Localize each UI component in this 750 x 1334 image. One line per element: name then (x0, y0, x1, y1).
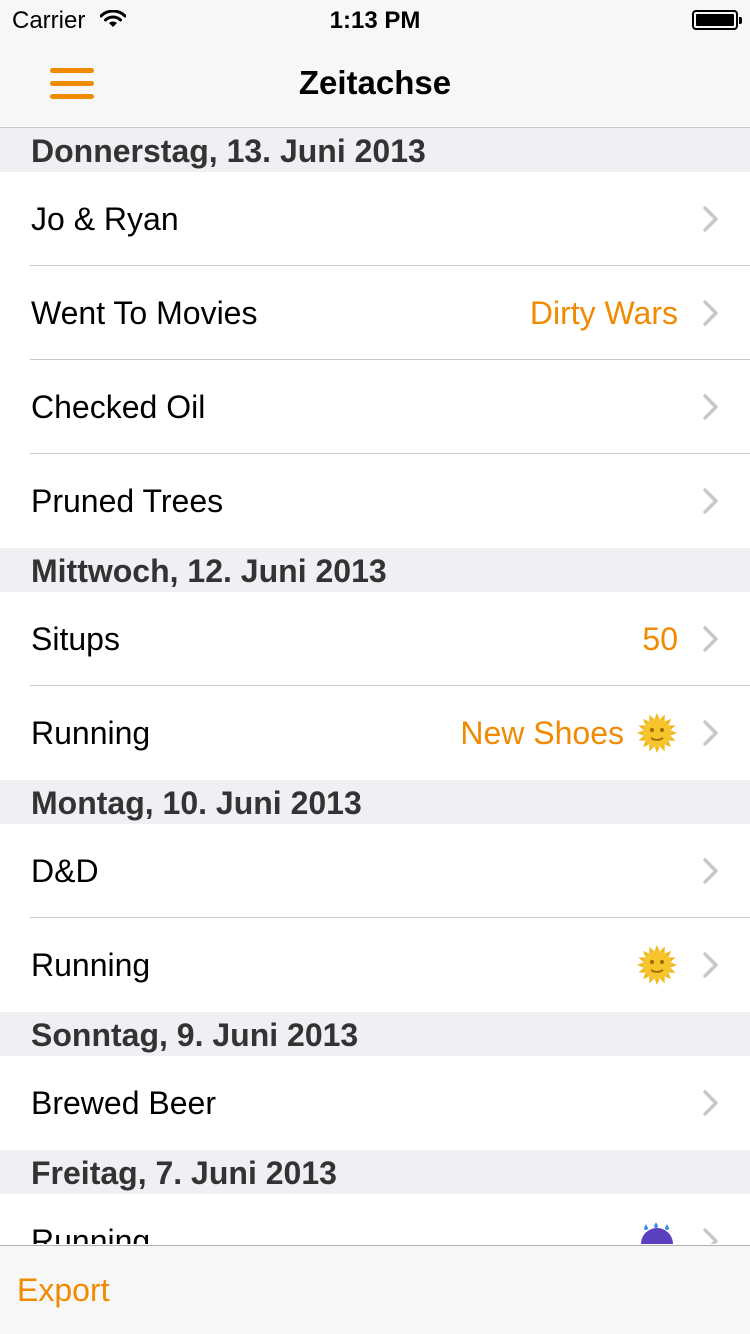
row-accessory: New Shoes (460, 686, 678, 780)
row-title: Pruned Trees (31, 483, 224, 519)
sun-face-icon (636, 944, 678, 986)
timeline-row[interactable]: Went To Movies Dirty Wars (0, 266, 750, 360)
status-time: 1:13 PM (329, 7, 421, 34)
row-detail: New Shoes (460, 714, 624, 751)
timeline-row[interactable]: D&D (0, 824, 750, 918)
section-header: Sonntag, 9. Juni 2013 (0, 1012, 750, 1056)
status-bar: Carrier 1:13 PM (0, 0, 750, 40)
page-title: Zeitachse (298, 64, 452, 101)
bottom-toolbar: Export (0, 1245, 750, 1334)
timeline-row[interactable]: Brewed Beer (0, 1056, 750, 1150)
chevron-right-icon (700, 719, 722, 747)
row-detail: 50 (642, 620, 678, 657)
chevron-right-icon (700, 951, 722, 979)
row-title: Brewed Beer (31, 1085, 216, 1121)
timeline-row[interactable]: Running (0, 918, 750, 1012)
chevron-right-icon (700, 625, 722, 653)
row-title: Situps (31, 621, 120, 657)
chevron-right-icon (700, 393, 722, 421)
row-accessory: Dirty Wars (530, 266, 678, 360)
export-button[interactable]: Export (17, 1272, 109, 1309)
timeline-row[interactable]: Running New Shoes (0, 686, 750, 780)
row-detail: Dirty Wars (529, 294, 678, 331)
row-title: D&D (31, 853, 99, 889)
section-header: Mittwoch, 12. Juni 2013 (0, 548, 750, 592)
row-title: Jo & Ryan (31, 201, 179, 237)
chevron-right-icon (700, 205, 722, 233)
row-accessory: 50 (642, 592, 678, 686)
section-header: Montag, 10. Juni 2013 (0, 780, 750, 824)
chevron-right-icon (700, 857, 722, 885)
timeline-row[interactable]: Checked Oil (0, 360, 750, 454)
row-title: Running (31, 1223, 151, 1244)
rain-umbrella-icon (636, 1220, 678, 1244)
row-accessory (636, 1194, 678, 1244)
section-header: Freitag, 7. Juni 2013 (0, 1150, 750, 1194)
row-title: Running (31, 947, 151, 983)
timeline-row[interactable]: Pruned Trees (0, 454, 750, 548)
timeline-list[interactable]: Donnerstag, 13. Juni 2013 Jo & Ryan Went T… (0, 128, 750, 1244)
navigation-bar: Zeitachse (0, 40, 750, 128)
section-header: Donnerstag, 13. Juni 2013 (0, 128, 750, 172)
row-title: Went To Movies (31, 295, 258, 331)
sun-face-icon (636, 712, 678, 754)
chevron-right-icon (700, 1089, 722, 1117)
timeline-row[interactable]: Running (0, 1194, 750, 1244)
row-accessory (636, 918, 678, 1012)
chevron-right-icon (700, 299, 722, 327)
row-title: Running (31, 715, 151, 751)
timeline-row[interactable]: Jo & Ryan (0, 172, 750, 266)
row-title: Checked Oil (31, 389, 206, 425)
chevron-right-icon (700, 1227, 722, 1244)
timeline-row[interactable]: Situps 50 (0, 592, 750, 686)
battery-icon (692, 10, 742, 30)
chevron-right-icon (700, 487, 722, 515)
